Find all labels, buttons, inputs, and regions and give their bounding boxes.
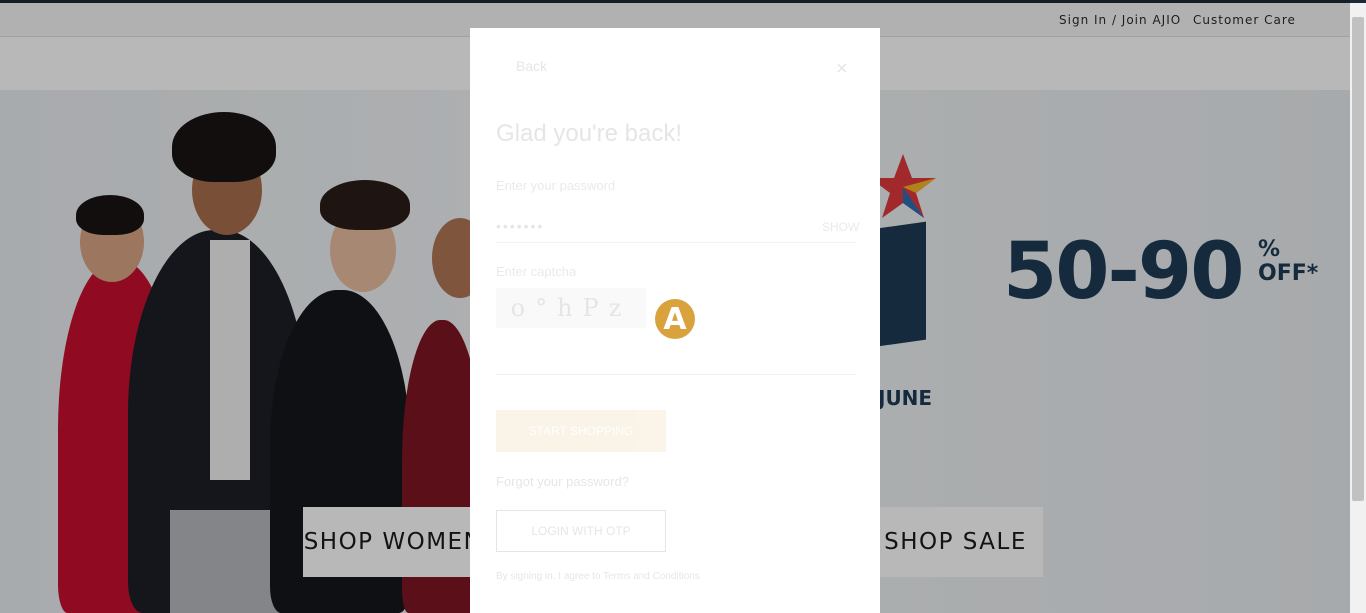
scrollbar-thumb[interactable]: [1352, 17, 1364, 501]
terms-text: By signing in, I agree to Terms and Cond…: [496, 571, 700, 582]
page-scrollbar[interactable]: [1350, 3, 1366, 613]
password-field[interactable]: •••••••: [496, 218, 544, 234]
show-password-button[interactable]: SHOW: [822, 220, 859, 234]
modal-title: Glad you're back!: [496, 120, 683, 147]
loading-spinner-icon: A: [655, 299, 695, 339]
login-with-otp-button[interactable]: LOGIN WITH OTP: [496, 510, 666, 552]
captcha-image: o°hPz: [496, 288, 646, 328]
captcha-label: Enter captcha: [496, 264, 577, 279]
password-label: Enter your password: [496, 178, 616, 193]
forgot-password-link[interactable]: Forgot your password?: [496, 474, 629, 489]
captcha-underline: [496, 374, 856, 375]
password-underline: [496, 242, 856, 243]
back-button[interactable]: Back: [516, 58, 547, 74]
close-icon[interactable]: ×: [836, 58, 848, 81]
start-shopping-button[interactable]: START SHOPPING: [496, 410, 666, 452]
